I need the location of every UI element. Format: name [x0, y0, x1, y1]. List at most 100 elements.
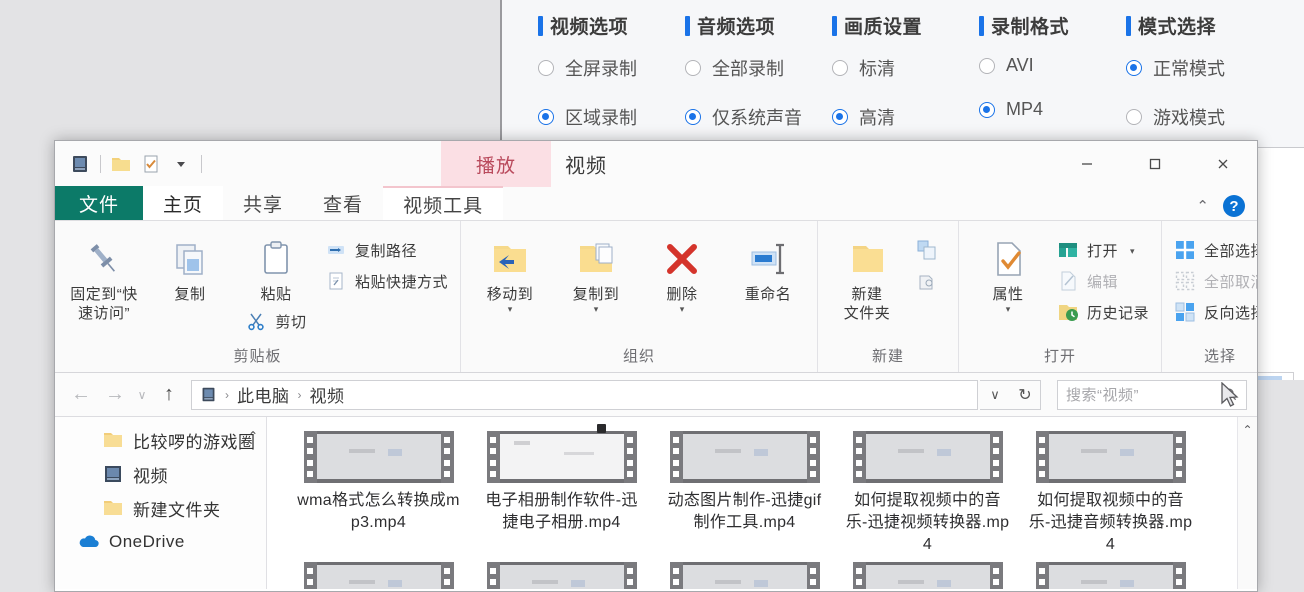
ribbon-button-delete-icon[interactable]: 删除 ▾ [639, 227, 725, 314]
film-perforation [810, 448, 816, 455]
recorder-option[interactable]: 游戏模式 [1126, 104, 1273, 130]
ribbon-button-copy-to-icon[interactable]: 复制到 ▾ [553, 227, 639, 314]
radio-button[interactable] [979, 57, 995, 74]
sidebar-item-2[interactable]: 新建文件夹 [55, 491, 266, 525]
nav-collapse-icon[interactable]: ⌃ [248, 429, 258, 443]
recorder-option[interactable]: 标清 [832, 55, 979, 81]
radio-button[interactable] [1126, 60, 1142, 76]
ribbon-button-paste-shortcut-icon[interactable]: 粘贴快捷方式 [319, 268, 454, 294]
radio-button[interactable] [685, 60, 701, 76]
ribbon-button-invert-selection-icon[interactable]: 反向选择 [1168, 299, 1257, 325]
sidebar-item-0[interactable]: 比较啰的游戏圈 [55, 423, 266, 457]
refresh-icon[interactable]: ↻ [1010, 381, 1040, 409]
tab-4[interactable]: 视频工具 [383, 186, 504, 220]
ribbon-button-label: 粘贴 [260, 286, 292, 303]
search-placeholder: 搜索“视频” [1066, 387, 1139, 404]
film-edge [1035, 562, 1049, 589]
ribbon-button-properties-icon[interactable]: 属性 ▾ [965, 227, 1051, 314]
radio-button[interactable] [538, 109, 554, 125]
ribbon-button-move-to-icon[interactable]: 移动到 ▾ [467, 227, 553, 314]
film-edge [440, 431, 454, 483]
up-button[interactable]: ↑ [153, 379, 185, 411]
search-icon[interactable] [1223, 387, 1238, 402]
recorder-option[interactable]: MP4 [979, 99, 1126, 120]
this-pc-icon [200, 386, 217, 403]
file-list-pane[interactable]: wma格式怎么转换成mp3.mp4 电子相册制作软件-迅捷电子相册.mp4 动态图片… [267, 417, 1257, 589]
film-perforation [627, 579, 633, 586]
file-item[interactable] [287, 556, 470, 589]
close-button[interactable] [1189, 141, 1257, 187]
chevron-down-icon[interactable]: ▾ [1130, 246, 1135, 255]
ribbon-button-cut[interactable]: 剪切 [239, 308, 312, 334]
ribbon-button-select-all-icon[interactable]: 全部选择 [1168, 237, 1257, 263]
breadcrumb-item-videos[interactable]: 视频 [310, 382, 345, 407]
radio-button[interactable] [832, 60, 848, 76]
breadcrumb[interactable]: › 此电脑 › 视频 [191, 379, 978, 410]
chevron-down-icon[interactable] [166, 149, 196, 179]
ribbon-button-select-none-icon[interactable]: 全部取消 [1168, 268, 1257, 294]
file-pane-scrollbar[interactable]: ⌃ [1237, 417, 1257, 589]
radio-button[interactable] [685, 109, 701, 125]
radio-button[interactable] [1126, 109, 1142, 125]
file-item[interactable]: 电子相册制作软件-迅捷电子相册.mp4 [470, 424, 653, 556]
maximize-button[interactable] [1121, 141, 1189, 187]
recorder-option[interactable]: 高清 [832, 104, 979, 130]
ribbon-button-copy-path-icon[interactable]: 复制路径 [319, 237, 454, 263]
file-item[interactable] [1019, 556, 1202, 589]
search-input[interactable]: 搜索“视频” [1057, 379, 1247, 410]
tab-0[interactable]: 文件 [55, 186, 144, 220]
recorder-option[interactable]: 正常模式 [1126, 55, 1273, 81]
chevron-down-icon[interactable]: ▾ [508, 305, 513, 314]
address-bar-tools: ∨ ↻ [980, 379, 1041, 410]
tab-2[interactable]: 共享 [223, 186, 303, 220]
recorder-option-label: MP4 [1006, 99, 1044, 119]
contextual-tab-play[interactable]: 播放 [441, 141, 551, 187]
file-item[interactable]: wma格式怎么转换成mp3.mp4 [287, 425, 470, 556]
ribbon-button-new-item-icon[interactable] [910, 237, 952, 263]
recent-locations-button[interactable]: ∨ [133, 379, 151, 411]
ribbon-button-history-icon[interactable]: 历史记录 [1051, 299, 1155, 325]
radio-button[interactable] [832, 109, 848, 125]
ribbon-button-pin-icon[interactable]: 固定到“快 速访问” [61, 227, 147, 323]
chevron-down-icon[interactable]: ▾ [680, 305, 685, 314]
file-item[interactable]: 如何提取视频中的音乐-迅捷视频转换器.mp4 [836, 425, 1019, 556]
chevron-down-icon[interactable]: ▾ [594, 305, 599, 314]
chevron-down-icon[interactable]: ▾ [1006, 305, 1011, 314]
scroll-up-arrow[interactable]: ⌃ [1242, 423, 1252, 437]
ribbon-button-rename-icon[interactable]: 重命名 [725, 227, 811, 304]
file-item[interactable] [836, 556, 1019, 589]
recorder-option[interactable]: 全屏录制 [538, 55, 685, 81]
ribbon-button-new-folder-icon[interactable]: 新建 文件夹 [824, 227, 910, 323]
help-icon[interactable]: ? [1223, 195, 1245, 217]
ribbon-button-edit-icon[interactable]: 编辑 [1051, 268, 1155, 294]
forward-button[interactable]: → [99, 379, 131, 411]
ribbon-button-copy-icon[interactable]: 复制 [147, 227, 233, 304]
recorder-option[interactable]: AVI [979, 55, 1126, 76]
properties-icon[interactable] [136, 149, 166, 179]
file-item[interactable] [470, 556, 653, 589]
collapse-ribbon-icon[interactable]: ⌃ [1196, 197, 1209, 215]
sidebar-item-3[interactable]: OneDrive [55, 525, 266, 559]
tab-3[interactable]: 查看 [303, 186, 383, 220]
recorder-option[interactable]: 区域录制 [538, 104, 685, 130]
this-pc-icon[interactable] [65, 149, 95, 179]
sidebar-item-1[interactable]: 视频 [55, 457, 266, 491]
video-thumbnail-icon [669, 562, 820, 589]
radio-button[interactable] [538, 60, 554, 76]
file-item[interactable]: 动态图片制作-迅捷gif制作工具.mp4 [653, 425, 836, 556]
radio-button[interactable] [979, 101, 995, 118]
breadcrumb-item-this-pc[interactable]: 此电脑 [237, 382, 290, 407]
folder-icon[interactable] [106, 149, 136, 179]
tab-1[interactable]: 主页 [143, 186, 224, 220]
minimize-button[interactable] [1053, 141, 1121, 187]
file-item[interactable] [653, 556, 836, 589]
back-button[interactable]: ← [65, 379, 97, 411]
ribbon-button-paste[interactable]: 粘贴 [233, 227, 319, 304]
ribbon-button-easy-access-icon[interactable] [910, 268, 952, 294]
recorder-option[interactable]: 仅系统声音 [685, 104, 832, 130]
ribbon-button-label: 复制 [174, 286, 206, 303]
file-item[interactable]: 如何提取视频中的音乐-迅捷音频转换器.mp4 [1019, 425, 1202, 556]
ribbon-button-open-icon[interactable]: 打开 ▾ [1051, 237, 1155, 263]
chevron-down-icon[interactable]: ∨ [980, 381, 1010, 409]
recorder-option[interactable]: 全部录制 [685, 55, 832, 81]
